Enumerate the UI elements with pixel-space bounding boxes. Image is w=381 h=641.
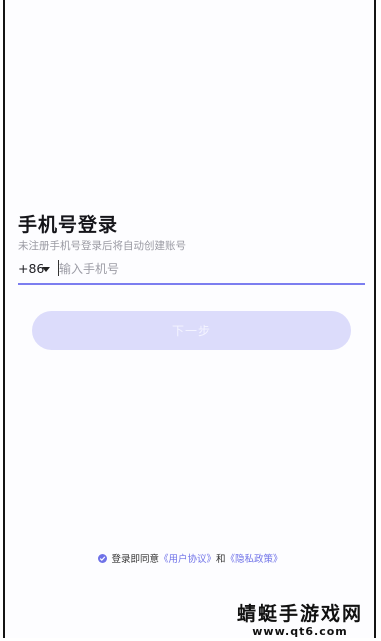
country-code-selector[interactable]: +86 [18,261,44,276]
agreement-and: 和 [216,554,226,565]
user-agreement-link[interactable]: 《用户协议》 [159,551,216,565]
check-circle-icon[interactable] [98,553,108,563]
page-title: 手机号登录 [18,214,119,236]
privacy-policy-link[interactable]: 《隐私政策》 [226,551,283,565]
agreement-prefix: 登录即同意 [111,554,159,565]
watermark-text: 蜻蜓手游戏网 [236,603,363,625]
watermark-url: www.qt6.com [252,625,348,638]
phone-input-row: +86 [18,259,365,285]
next-button[interactable]: 下一步 [32,311,351,350]
chevron-down-icon[interactable] [42,267,50,272]
phone-input[interactable] [59,259,349,279]
agreement-row: 登录即同意 《用户协议》 和 《隐私政策》 [0,551,381,565]
watermark: 蜻蜓手游戏网 www.qt6.com [225,603,375,638]
page-subtitle: 未注册手机号登录后将自动创建账号 [18,240,186,252]
